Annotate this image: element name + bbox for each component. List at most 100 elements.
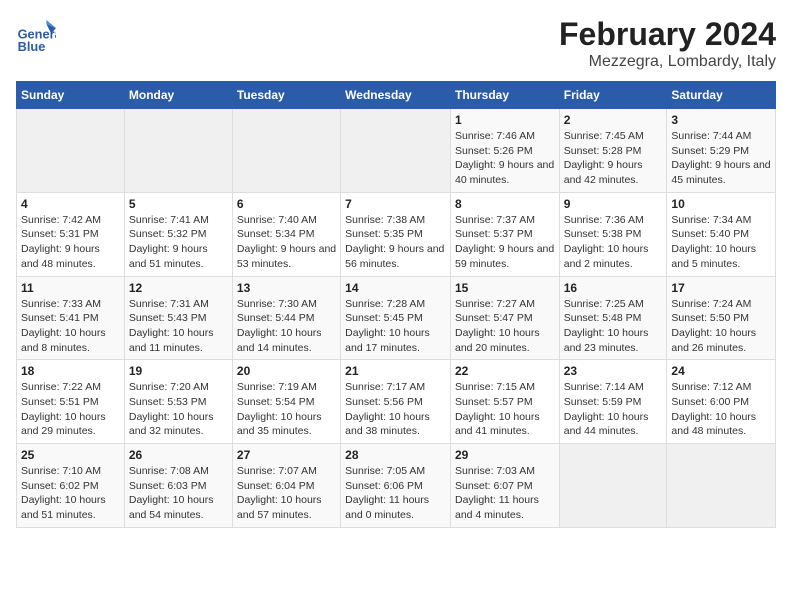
day-number: 20 bbox=[237, 364, 336, 378]
page-title: February 2024 bbox=[559, 16, 776, 53]
day-number: 5 bbox=[129, 197, 228, 211]
col-header-sunday: Sunday bbox=[17, 82, 125, 109]
day-number: 14 bbox=[345, 281, 446, 295]
day-number: 8 bbox=[455, 197, 555, 211]
calendar-cell: 6 Sunrise: 7:40 AMSunset: 5:34 PMDaylight… bbox=[232, 192, 340, 276]
calendar-header-row: SundayMondayTuesdayWednesdayThursdayFrid… bbox=[17, 82, 776, 109]
calendar-cell: 12 Sunrise: 7:31 AMSunset: 5:43 PMDayligh… bbox=[124, 276, 232, 360]
calendar-week-5: 25 Sunrise: 7:10 AMSunset: 6:02 PMDayligh… bbox=[17, 444, 776, 528]
day-number: 9 bbox=[564, 197, 663, 211]
col-header-thursday: Thursday bbox=[450, 82, 559, 109]
day-info: Sunrise: 7:03 AMSunset: 6:07 PMDaylight:… bbox=[455, 464, 555, 523]
day-info: Sunrise: 7:24 AMSunset: 5:50 PMDaylight:… bbox=[671, 297, 771, 356]
day-info: Sunrise: 7:10 AMSunset: 6:02 PMDaylight:… bbox=[21, 464, 120, 523]
day-info: Sunrise: 7:45 AMSunset: 5:28 PMDaylight:… bbox=[564, 129, 663, 188]
calendar-cell bbox=[17, 109, 125, 193]
day-number: 10 bbox=[671, 197, 771, 211]
calendar-cell: 21 Sunrise: 7:17 AMSunset: 5:56 PMDayligh… bbox=[341, 360, 451, 444]
day-info: Sunrise: 7:46 AMSunset: 5:26 PMDaylight:… bbox=[455, 129, 555, 188]
calendar-cell bbox=[559, 444, 667, 528]
day-info: Sunrise: 7:14 AMSunset: 5:59 PMDaylight:… bbox=[564, 380, 663, 439]
day-info: Sunrise: 7:40 AMSunset: 5:34 PMDaylight:… bbox=[237, 213, 336, 272]
calendar-cell: 15 Sunrise: 7:27 AMSunset: 5:47 PMDayligh… bbox=[450, 276, 559, 360]
day-info: Sunrise: 7:44 AMSunset: 5:29 PMDaylight:… bbox=[671, 129, 771, 188]
day-info: Sunrise: 7:08 AMSunset: 6:03 PMDaylight:… bbox=[129, 464, 228, 523]
day-number: 24 bbox=[671, 364, 771, 378]
calendar-cell: 18 Sunrise: 7:22 AMSunset: 5:51 PMDayligh… bbox=[17, 360, 125, 444]
calendar-cell: 26 Sunrise: 7:08 AMSunset: 6:03 PMDayligh… bbox=[124, 444, 232, 528]
day-number: 29 bbox=[455, 448, 555, 462]
header: General Blue February 2024 Mezzegra, Lom… bbox=[16, 16, 776, 71]
col-header-tuesday: Tuesday bbox=[232, 82, 340, 109]
page-subtitle: Mezzegra, Lombardy, Italy bbox=[559, 53, 776, 71]
calendar-cell: 8Sunrise: 7:37 AMSunset: 5:37 PMDaylight… bbox=[450, 192, 559, 276]
calendar-cell: 23 Sunrise: 7:14 AMSunset: 5:59 PMDayligh… bbox=[559, 360, 667, 444]
day-number: 3 bbox=[671, 113, 771, 127]
day-number: 16 bbox=[564, 281, 663, 295]
day-info: Sunrise: 7:05 AMSunset: 6:06 PMDaylight:… bbox=[345, 464, 446, 523]
calendar-cell: 29 Sunrise: 7:03 AMSunset: 6:07 PMDayligh… bbox=[450, 444, 559, 528]
day-info: Sunrise: 7:41 AMSunset: 5:32 PMDaylight:… bbox=[129, 213, 228, 272]
day-info: Sunrise: 7:07 AMSunset: 6:04 PMDaylight:… bbox=[237, 464, 336, 523]
day-info: Sunrise: 7:27 AMSunset: 5:47 PMDaylight:… bbox=[455, 297, 555, 356]
calendar-cell: 17 Sunrise: 7:24 AMSunset: 5:50 PMDayligh… bbox=[667, 276, 776, 360]
day-number: 6 bbox=[237, 197, 336, 211]
calendar-week-3: 11Sunrise: 7:33 AMSunset: 5:41 PMDayligh… bbox=[17, 276, 776, 360]
day-number: 7 bbox=[345, 197, 446, 211]
calendar-cell: 22Sunrise: 7:15 AMSunset: 5:57 PMDayligh… bbox=[450, 360, 559, 444]
calendar-week-4: 18 Sunrise: 7:22 AMSunset: 5:51 PMDayligh… bbox=[17, 360, 776, 444]
day-number: 25 bbox=[21, 448, 120, 462]
day-number: 27 bbox=[237, 448, 336, 462]
calendar-cell: 13 Sunrise: 7:30 AMSunset: 5:44 PMDayligh… bbox=[232, 276, 340, 360]
day-number: 23 bbox=[564, 364, 663, 378]
calendar-cell: 2Sunrise: 7:45 AMSunset: 5:28 PMDaylight… bbox=[559, 109, 667, 193]
day-number: 1 bbox=[455, 113, 555, 127]
day-number: 15 bbox=[455, 281, 555, 295]
col-header-friday: Friday bbox=[559, 82, 667, 109]
day-number: 26 bbox=[129, 448, 228, 462]
day-info: Sunrise: 7:25 AMSunset: 5:48 PMDaylight:… bbox=[564, 297, 663, 356]
calendar-cell: 14 Sunrise: 7:28 AMSunset: 5:45 PMDayligh… bbox=[341, 276, 451, 360]
day-number: 19 bbox=[129, 364, 228, 378]
day-info: Sunrise: 7:38 AMSunset: 5:35 PMDaylight:… bbox=[345, 213, 446, 272]
day-number: 17 bbox=[671, 281, 771, 295]
calendar-cell: 19 Sunrise: 7:20 AMSunset: 5:53 PMDayligh… bbox=[124, 360, 232, 444]
calendar-table: SundayMondayTuesdayWednesdayThursdayFrid… bbox=[16, 81, 776, 528]
day-info: Sunrise: 7:17 AMSunset: 5:56 PMDaylight:… bbox=[345, 380, 446, 439]
calendar-cell bbox=[667, 444, 776, 528]
day-number: 4 bbox=[21, 197, 120, 211]
calendar-cell: 5 Sunrise: 7:41 AMSunset: 5:32 PMDaylight… bbox=[124, 192, 232, 276]
day-info: Sunrise: 7:42 AMSunset: 5:31 PMDaylight:… bbox=[21, 213, 120, 272]
calendar-cell: 3 Sunrise: 7:44 AMSunset: 5:29 PMDaylight… bbox=[667, 109, 776, 193]
day-info: Sunrise: 7:28 AMSunset: 5:45 PMDaylight:… bbox=[345, 297, 446, 356]
day-number: 12 bbox=[129, 281, 228, 295]
logo: General Blue bbox=[16, 16, 60, 56]
col-header-monday: Monday bbox=[124, 82, 232, 109]
day-info: Sunrise: 7:36 AMSunset: 5:38 PMDaylight:… bbox=[564, 213, 663, 272]
day-info: Sunrise: 7:15 AMSunset: 5:57 PMDaylight:… bbox=[455, 380, 555, 439]
day-info: Sunrise: 7:12 AMSunset: 6:00 PMDaylight:… bbox=[671, 380, 771, 439]
day-number: 21 bbox=[345, 364, 446, 378]
calendar-cell: 27 Sunrise: 7:07 AMSunset: 6:04 PMDayligh… bbox=[232, 444, 340, 528]
col-header-wednesday: Wednesday bbox=[341, 82, 451, 109]
title-block: February 2024 Mezzegra, Lombardy, Italy bbox=[559, 16, 776, 71]
calendar-week-1: 1 Sunrise: 7:46 AMSunset: 5:26 PMDaylight… bbox=[17, 109, 776, 193]
day-number: 13 bbox=[237, 281, 336, 295]
day-number: 18 bbox=[21, 364, 120, 378]
day-info: Sunrise: 7:22 AMSunset: 5:51 PMDaylight:… bbox=[21, 380, 120, 439]
calendar-cell bbox=[341, 109, 451, 193]
day-info: Sunrise: 7:31 AMSunset: 5:43 PMDaylight:… bbox=[129, 297, 228, 356]
day-info: Sunrise: 7:20 AMSunset: 5:53 PMDaylight:… bbox=[129, 380, 228, 439]
calendar-cell: 16 Sunrise: 7:25 AMSunset: 5:48 PMDayligh… bbox=[559, 276, 667, 360]
day-info: Sunrise: 7:33 AMSunset: 5:41 PMDaylight:… bbox=[21, 297, 120, 356]
calendar-cell: 1 Sunrise: 7:46 AMSunset: 5:26 PMDaylight… bbox=[450, 109, 559, 193]
calendar-cell: 25 Sunrise: 7:10 AMSunset: 6:02 PMDayligh… bbox=[17, 444, 125, 528]
col-header-saturday: Saturday bbox=[667, 82, 776, 109]
calendar-cell: 11Sunrise: 7:33 AMSunset: 5:41 PMDayligh… bbox=[17, 276, 125, 360]
calendar-cell: 9 Sunrise: 7:36 AMSunset: 5:38 PMDaylight… bbox=[559, 192, 667, 276]
calendar-cell: 20 Sunrise: 7:19 AMSunset: 5:54 PMDayligh… bbox=[232, 360, 340, 444]
day-info: Sunrise: 7:30 AMSunset: 5:44 PMDaylight:… bbox=[237, 297, 336, 356]
day-info: Sunrise: 7:19 AMSunset: 5:54 PMDaylight:… bbox=[237, 380, 336, 439]
calendar-cell: 4 Sunrise: 7:42 AMSunset: 5:31 PMDaylight… bbox=[17, 192, 125, 276]
calendar-cell: 7 Sunrise: 7:38 AMSunset: 5:35 PMDaylight… bbox=[341, 192, 451, 276]
